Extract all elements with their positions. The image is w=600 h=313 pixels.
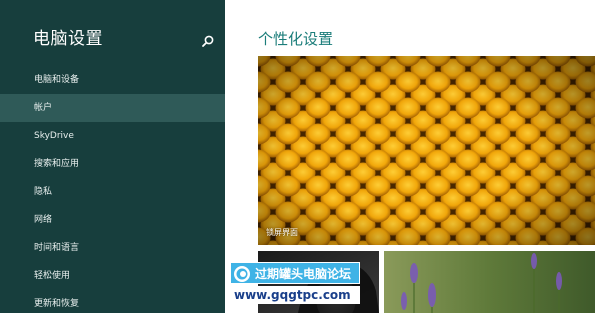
sidebar-item-label: 帐户 xyxy=(34,103,53,113)
lockscreen-label: 锁屏界面 xyxy=(266,228,298,237)
sidebar-item-pc-and-devices[interactable]: 电脑和设备 xyxy=(0,66,225,94)
lavender-image xyxy=(384,251,595,313)
sidebar-item-privacy[interactable]: 隐私 xyxy=(0,178,225,206)
sidebar: 电脑设置 电脑和设备 帐户 SkyDrive 搜索和应用 隐私 网络 时间和语言… xyxy=(0,0,225,313)
sidebar-title: 电脑设置 xyxy=(33,29,103,49)
sidebar-item-label: SkyDrive xyxy=(34,131,74,141)
sidebar-item-ease-of-access[interactable]: 轻松使用 xyxy=(0,262,225,290)
account-picture-tile[interactable] xyxy=(384,251,595,313)
sidebar-item-label: 电脑和设备 xyxy=(34,75,80,85)
sidebar-item-time-and-language[interactable]: 时间和语言 xyxy=(0,234,225,262)
watermark-url: www.gqgtpc.com xyxy=(234,288,351,302)
sidebar-item-label: 网络 xyxy=(34,215,53,225)
sidebar-item-label: 搜索和应用 xyxy=(34,159,80,169)
sidebar-item-accounts[interactable]: 帐户 xyxy=(0,94,225,122)
page-title: 个性化设置 xyxy=(258,30,334,48)
forum-logo-icon xyxy=(234,266,250,282)
sidebar-item-network[interactable]: 网络 xyxy=(0,206,225,234)
watermark-text: 过期罐头电脑论坛 xyxy=(255,267,352,281)
sidebar-item-search-and-apps[interactable]: 搜索和应用 xyxy=(0,150,225,178)
pc-settings-window: 电脑设置 电脑和设备 帐户 SkyDrive 搜索和应用 隐私 网络 时间和语言… xyxy=(0,0,600,313)
watermark-banner: 过期罐头电脑论坛 xyxy=(230,262,360,284)
sidebar-nav: 电脑和设备 帐户 SkyDrive 搜索和应用 隐私 网络 时间和语言 轻松使用 xyxy=(0,66,225,313)
sidebar-item-label: 轻松使用 xyxy=(34,271,71,281)
sidebar-item-label: 时间和语言 xyxy=(34,243,80,253)
watermark: 过期罐头电脑论坛 www.gqgtpc.com xyxy=(230,262,360,306)
search-icon[interactable] xyxy=(201,34,215,48)
sidebar-item-update-and-recovery[interactable]: 更新和恢复 xyxy=(0,290,225,313)
honeycomb-image xyxy=(258,56,595,245)
sidebar-item-label: 隐私 xyxy=(34,187,53,197)
sidebar-item-skydrive[interactable]: SkyDrive xyxy=(0,122,225,150)
sidebar-item-label: 更新和恢复 xyxy=(34,299,80,309)
watermark-url-box: www.gqgtpc.com xyxy=(230,286,360,304)
lockscreen-tile[interactable]: 锁屏界面 xyxy=(258,56,595,245)
